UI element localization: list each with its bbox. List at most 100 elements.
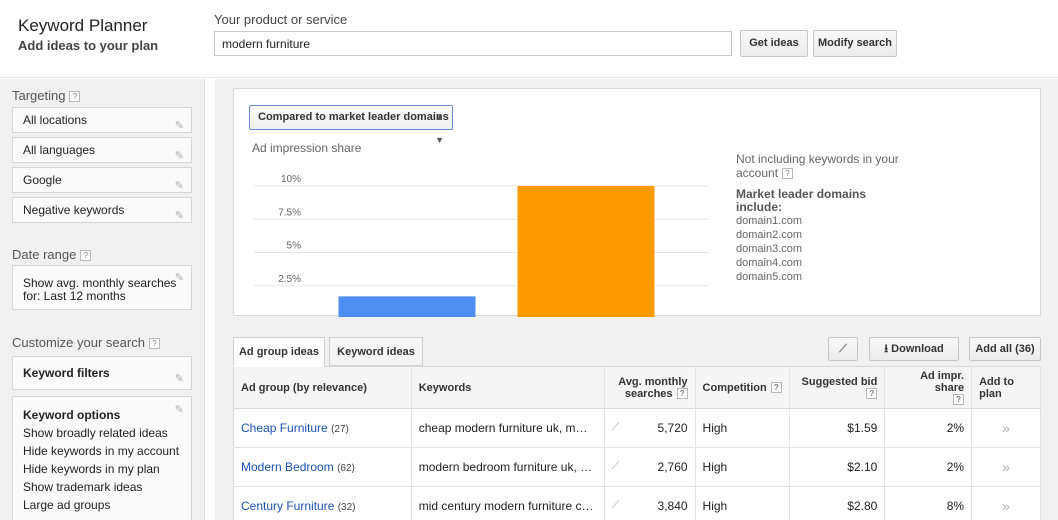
ad-group-count: (27) [331, 424, 349, 435]
tab-keyword-ideas[interactable]: Keyword ideas [329, 337, 423, 366]
add-to-plan-icon[interactable]: » [1002, 498, 1010, 514]
download-icon: ⭳ [884, 343, 889, 355]
domain-item: domain4.com [736, 257, 803, 269]
date-range-heading: Date range? [12, 247, 92, 262]
compare-select[interactable]: Compared to market leader domains ▲ ▼ [249, 105, 453, 145]
pencil-icon[interactable]: ✎ [175, 204, 184, 228]
col-label: Avg. monthly [618, 375, 688, 388]
download-label: Download [891, 343, 944, 355]
date-range-line2: for: Last 12 months [23, 289, 126, 303]
get-ideas-button[interactable]: Get ideas [740, 30, 808, 57]
col-competition[interactable]: Competition? [695, 366, 791, 409]
targeting-locations[interactable]: All locations ✎ [12, 107, 192, 133]
add-all-button[interactable]: Add all (36) [969, 337, 1041, 361]
domain-list: domain1.com domain2.com domain3.com doma… [736, 214, 976, 284]
app-title: Keyword Planner [18, 16, 148, 35]
col-label: Ad impr. share [920, 369, 965, 394]
keywords-cell: mid century modern furniture c… [411, 486, 605, 520]
ad-group-cell: Modern Bedroom (62) [233, 447, 412, 487]
col-avg-searches[interactable]: Avg. monthly searches? [604, 366, 696, 409]
y-tick-label: 2.5% [278, 274, 301, 285]
y-tick-label: 7.5% [278, 207, 301, 218]
targeting-item-label: All locations [23, 113, 88, 127]
targeting-item-label: Google [23, 173, 62, 187]
pencil-icon[interactable]: ✎ [175, 272, 184, 285]
y-tick-label: 5% [287, 241, 302, 252]
col-label: Ad group (by relevance) [241, 381, 367, 394]
ad-group-count: (62) [337, 463, 355, 474]
date-range-box[interactable]: Show avg. monthly searches for: Last 12 … [12, 265, 192, 310]
add-to-plan-icon[interactable]: » [1002, 420, 1010, 436]
help-icon[interactable]: ? [148, 338, 160, 349]
targeting-languages[interactable]: All languages ✎ [12, 137, 192, 163]
trend-chart-icon[interactable]: ⟋ [612, 460, 620, 473]
tab-ad-group-ideas[interactable]: Ad group ideas [233, 337, 325, 367]
impression-share-chart: 10%7.5%5%2.5%YouAvg. for market leaders [254, 174, 709, 317]
searches-value: 3,840 [657, 499, 688, 513]
main-panel: Compared to market leader domains ▲ ▼ Ad … [215, 79, 1058, 520]
bid-cell: $2.80 [789, 486, 886, 520]
col-suggested-bid[interactable]: Suggested bid ? [789, 366, 886, 409]
keyword-options-list: Show broadly related ideas Hide keywords… [23, 424, 181, 514]
help-icon[interactable]: ? [676, 387, 688, 399]
domain-item: domain1.com [736, 215, 803, 227]
download-button[interactable]: ⭳ Download [869, 337, 959, 361]
keyword-filters-box[interactable]: Keyword filters ✎ [12, 356, 192, 390]
help-icon[interactable]: ? [782, 168, 794, 179]
add-to-plan-icon[interactable]: » [1002, 459, 1010, 475]
ad-group-link[interactable]: Century Furniture [241, 499, 334, 513]
bid-cell: $2.10 [789, 447, 886, 487]
date-range-label: Date range [12, 247, 77, 262]
pencil-icon[interactable]: ✎ [175, 114, 184, 138]
col-keywords[interactable]: Keywords [411, 366, 605, 409]
help-icon[interactable]: ? [80, 250, 92, 261]
customize-heading: Customize your search? [12, 335, 160, 350]
trend-chart-icon[interactable]: ⟋ [612, 499, 620, 512]
compare-select-value: Compared to market leader domains [258, 111, 449, 123]
targeting-item-label: All languages [23, 143, 96, 157]
col-impr-share[interactable]: Ad impr. share ? [884, 366, 973, 409]
targeting-negative-keywords[interactable]: Negative keywords ✎ [12, 197, 192, 223]
help-icon[interactable]: ? [770, 381, 782, 393]
chart-notes: Not including keywords in your account? … [736, 152, 976, 284]
domain-item: domain5.com [736, 271, 803, 283]
keyword-options-title: Keyword options [23, 408, 121, 422]
keyword-options-box[interactable]: Keyword options Show broadly related ide… [12, 396, 192, 520]
help-icon[interactable]: ? [866, 387, 878, 399]
ad-group-cell: Century Furniture (32) [233, 486, 412, 520]
competition-cell: High [695, 486, 791, 520]
help-icon[interactable]: ? [953, 393, 965, 405]
pencil-icon[interactable]: ✎ [175, 363, 184, 395]
modify-search-button[interactable]: Modify search [813, 30, 897, 57]
keyword-option: Large ad groups [23, 498, 111, 512]
col-help: ? [892, 393, 965, 406]
ad-group-cell: Cheap Furniture (27) [233, 408, 412, 448]
col-label: Suggested bid [801, 375, 878, 388]
bid-cell: $1.59 [789, 408, 886, 448]
line-chart-icon: ⟋ [839, 343, 847, 355]
trend-chart-icon[interactable]: ⟋ [612, 421, 620, 434]
help-icon[interactable]: ? [69, 91, 81, 102]
ad-group-link[interactable]: Modern Bedroom [241, 460, 334, 474]
table-row: Cheap Furniture (27) cheap modern furnit… [233, 408, 1041, 448]
targeting-label: Targeting [12, 88, 66, 103]
col-help: ? [797, 387, 878, 400]
pencil-icon[interactable]: ✎ [175, 403, 184, 416]
service-label: Your product or service [214, 12, 348, 27]
col-ad-group[interactable]: Ad group (by relevance) [233, 366, 412, 409]
pencil-icon[interactable]: ✎ [175, 144, 184, 168]
keyword-option: Hide keywords in my plan [23, 462, 160, 476]
chart-toggle-button[interactable]: ⟋ [828, 337, 858, 361]
sidebar: Targeting? All locations ✎ All languages… [0, 79, 205, 520]
share-cell: 2% [884, 447, 973, 487]
chart-card: Compared to market leader domains ▲ ▼ Ad … [233, 88, 1041, 317]
service-input[interactable] [214, 31, 732, 56]
pencil-icon[interactable]: ✎ [175, 174, 184, 198]
targeting-network[interactable]: Google ✎ [12, 167, 192, 193]
app-subtitle: Add ideas to your plan [18, 38, 159, 53]
col-label: searches [624, 387, 673, 400]
targeting-heading: Targeting? [12, 88, 81, 103]
add-to-plan-cell: » [971, 486, 1041, 520]
table-row: Modern Bedroom (62) modern bedroom furni… [233, 447, 1041, 487]
ad-group-link[interactable]: Cheap Furniture [241, 421, 328, 435]
